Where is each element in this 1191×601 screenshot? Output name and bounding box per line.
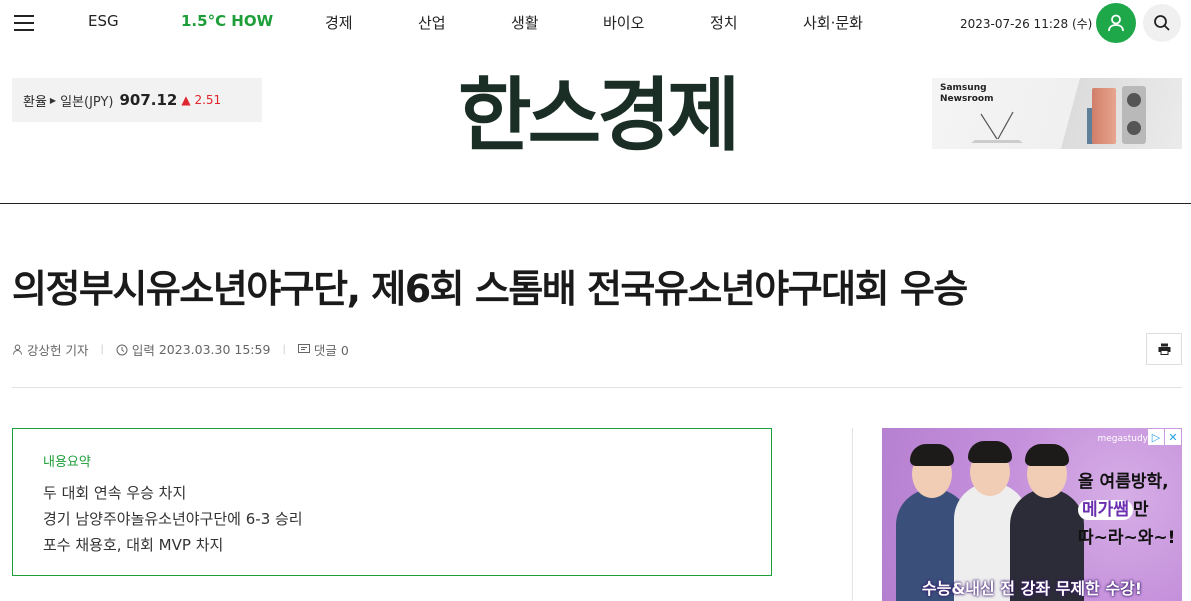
date-label: 입력	[131, 343, 155, 358]
nav-item-1-5c-how[interactable]: 1.5°C HOW	[181, 12, 273, 30]
print-button[interactable]	[1146, 333, 1182, 365]
logo-text: 한스경제	[458, 69, 740, 162]
exchange-country: 일본(JPY)	[60, 94, 114, 110]
ad-copy-highlight: 메가쌤	[1078, 500, 1133, 520]
ad-brand-line1: Samsung	[940, 83, 987, 93]
header-divider	[0, 203, 1191, 204]
ad-brand-line2: Newsroom	[940, 94, 994, 104]
comment-icon	[297, 344, 310, 355]
ad-copy: 올 여름방학, 메가쌤 만 따~라~와~!	[1078, 468, 1175, 552]
article-date: 2023.03.30 15:59	[158, 342, 271, 357]
laptop-image	[971, 111, 1023, 143]
comments-label: 댓글	[313, 343, 337, 358]
clock-icon	[116, 344, 128, 356]
printer-icon	[1158, 343, 1170, 355]
ad-brand: megastudy	[1097, 434, 1149, 444]
sidebar-ad-banner[interactable]: megastudy ▷ ✕ 올 여름방학, 메가쌤 만 따~라~와~! 수능&내신…	[882, 428, 1182, 601]
exchange-change: ▲ 2.51	[181, 93, 221, 107]
site-logo[interactable]: 한스경제	[458, 69, 740, 162]
refrigerator-image	[1092, 88, 1116, 144]
meta-separator: |	[282, 344, 286, 355]
ad-copy-line1: 올 여름방학,	[1078, 472, 1169, 492]
sidebar-divider	[852, 428, 853, 601]
nav-item-economy[interactable]: 경제	[325, 12, 353, 33]
summary-item: 경기 남양주야놀유소년야구단에 6-3 승리	[43, 510, 303, 528]
nav-item-politics[interactable]: 정치	[710, 12, 738, 33]
article-meta: 강상헌 기자 | 입력 2023.03.30 15:59 | 댓글 0	[12, 340, 349, 359]
meta-separator: |	[100, 344, 104, 355]
summary-item: 포수 채용호, 대회 MVP 차지	[43, 536, 224, 554]
ad-copy-line3: 따~라~와~!	[1078, 528, 1176, 548]
nav-item-living[interactable]: 생활	[511, 12, 539, 33]
current-datetime: 2023-07-26 11:28 (수)	[960, 17, 1093, 31]
top-navigation: ESG 1.5°C HOW 경제 산업 생활 바이오 정치 사회·문화 2023…	[0, 0, 1191, 44]
caret-right-icon: ▶	[49, 95, 57, 105]
nav-item-bio[interactable]: 바이오	[603, 12, 644, 33]
ad-copy-line2: 메가쌤 만	[1078, 496, 1175, 524]
exchange-value: 907.12	[119, 91, 178, 109]
menu-icon[interactable]	[14, 15, 34, 31]
meta-divider	[12, 387, 1182, 388]
nav-item-industry[interactable]: 산업	[418, 12, 446, 33]
ad-bottom-text: 수능&내신 전 강좌 무제한 수강!	[921, 579, 1143, 598]
comments-count: 0	[340, 343, 349, 358]
washer-image	[1122, 86, 1146, 144]
adchoices-icon[interactable]: ▷	[1148, 429, 1164, 445]
ad-copy-line2-tail: 만	[1132, 500, 1149, 520]
search-button[interactable]	[1143, 4, 1181, 42]
header-ad-banner[interactable]: Samsung Newsroom	[932, 78, 1182, 149]
author-icon	[12, 344, 23, 355]
user-button[interactable]	[1096, 3, 1136, 43]
exchange-rate-widget[interactable]: 환율 ▶ 일본(JPY) 907.12 ▲ 2.51	[12, 78, 262, 122]
nav-item-society-culture[interactable]: 사회·문화	[803, 12, 863, 33]
ad-brand: Samsung Newsroom	[940, 83, 994, 105]
close-icon[interactable]: ✕	[1165, 429, 1181, 445]
search-icon	[1154, 15, 1170, 31]
exchange-label: 환율	[23, 94, 47, 110]
user-icon	[1108, 14, 1124, 32]
article-summary-box: 내용요약 두 대회 연속 우승 차지 경기 남양주야놀유소년야구단에 6-3 승…	[12, 428, 772, 576]
summary-item: 두 대회 연속 우승 차지	[43, 484, 187, 502]
comments-link[interactable]: 댓글 0	[314, 340, 349, 359]
nav-item-esg[interactable]: ESG	[88, 12, 119, 30]
exchange-change-value: 2.51	[194, 93, 222, 107]
summary-title: 내용요약	[43, 455, 91, 470]
article-headline: 의정부시유소년야구단, 제6회 스톰배 전국유소년야구대회 우승	[12, 267, 968, 311]
triangle-up-icon: ▲	[181, 93, 191, 107]
ad-controls: ▷ ✕	[1148, 429, 1181, 445]
article-author[interactable]: 강상헌 기자	[27, 340, 88, 359]
